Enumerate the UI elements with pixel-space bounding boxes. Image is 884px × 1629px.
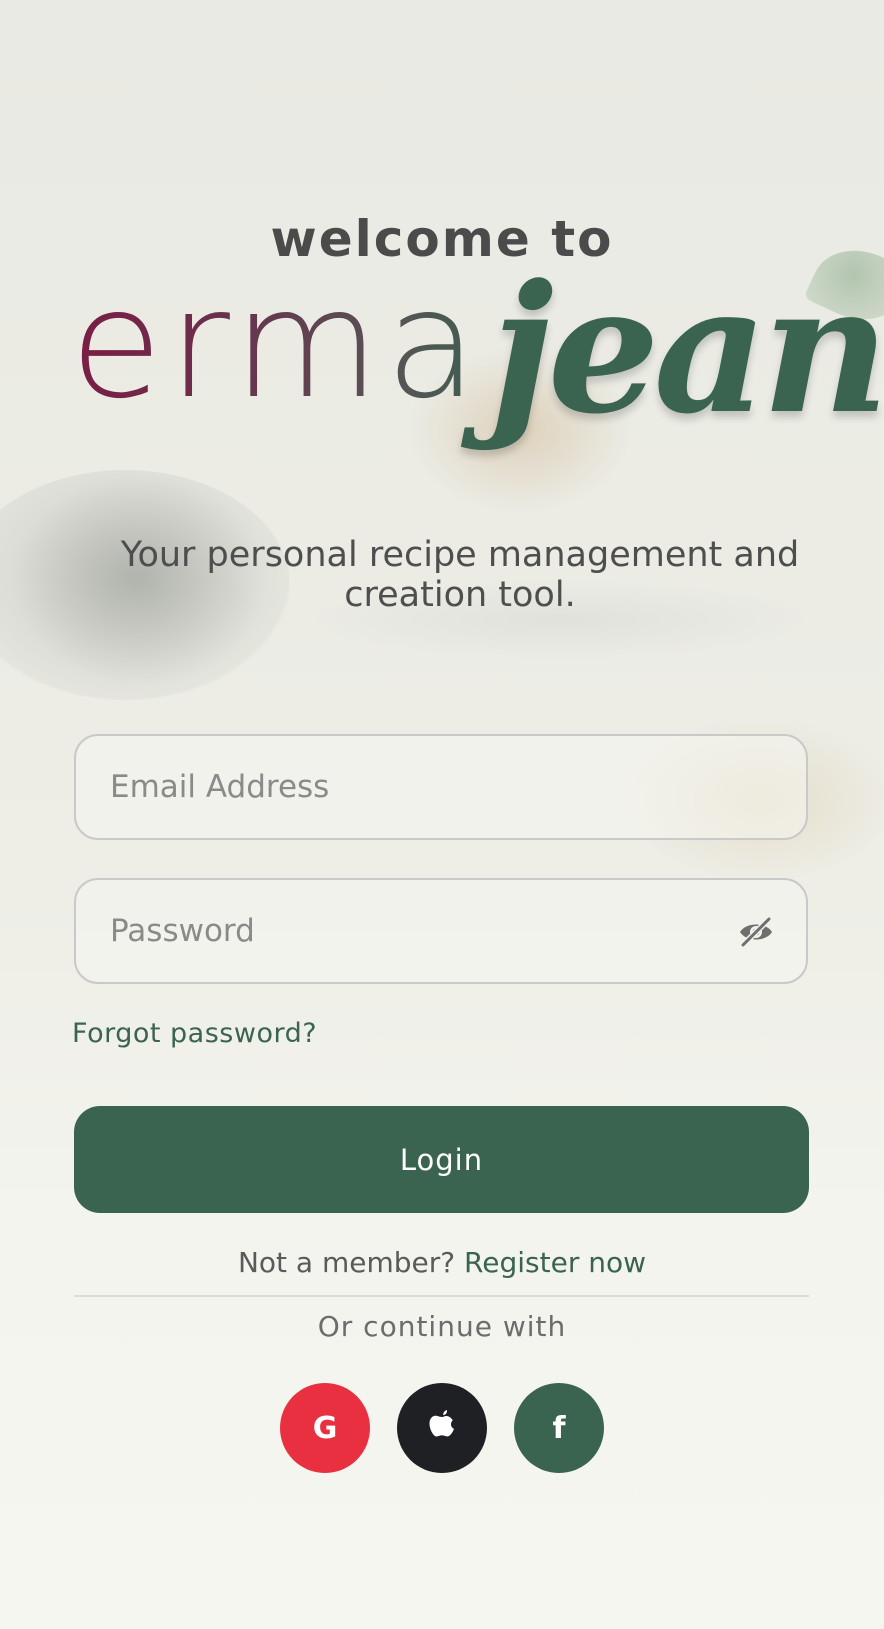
register-prompt-text: Not a member? [237, 1246, 465, 1279]
forgot-password-link[interactable]: Forgot password? [72, 1018, 317, 1049]
email-field-container [74, 734, 808, 840]
facebook-login-button[interactable]: f [514, 1383, 604, 1473]
eye-slash-icon[interactable] [736, 912, 776, 952]
logo-text-jean: jean [490, 246, 884, 453]
register-now-link[interactable]: Register now [464, 1246, 646, 1279]
google-icon: G [312, 1410, 338, 1446]
password-field[interactable] [110, 880, 710, 982]
logo-text-erma: erma [70, 258, 484, 432]
divider [74, 1295, 809, 1297]
app-logo: erma jean [70, 258, 884, 480]
login-screen: welcome to erma jean Your personal recip… [0, 0, 884, 1629]
google-login-button[interactable]: G [280, 1383, 370, 1473]
apple-login-button[interactable] [397, 1383, 487, 1473]
login-button[interactable]: Login [74, 1106, 809, 1213]
apple-icon [428, 1408, 456, 1448]
email-field[interactable] [110, 736, 710, 838]
facebook-icon: f [552, 1410, 566, 1446]
tagline: Your personal recipe management and crea… [120, 535, 800, 615]
or-continue-label: Or continue with [317, 1310, 567, 1343]
password-field-container [74, 878, 808, 984]
register-prompt: Not a member? Register now [0, 1246, 884, 1279]
